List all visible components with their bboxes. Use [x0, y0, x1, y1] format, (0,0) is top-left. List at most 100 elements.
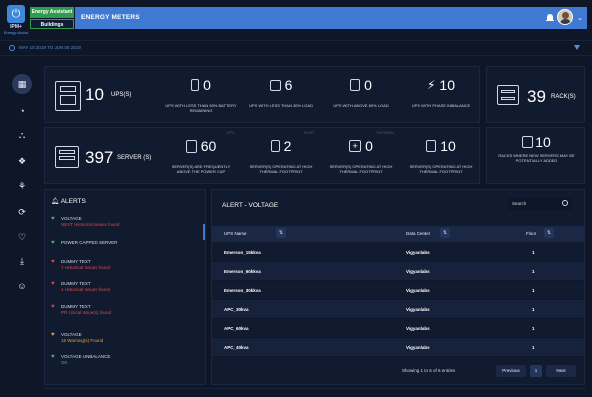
kpi-label: UPS WITH LESS THAN 50% BATTERY REMAINING	[165, 103, 237, 113]
bell-icon: 🔔︎	[51, 198, 61, 205]
table-title: ALERT - VOLTAGE	[222, 202, 279, 209]
previous-button[interactable]: Previous	[496, 365, 526, 377]
alerts-title-text: ALERTS	[60, 198, 86, 205]
cell-ups: Emerson_60kkva	[224, 269, 261, 274]
col-data-center: Data Center	[406, 231, 431, 236]
server-icon	[185, 139, 197, 153]
alert-title: POWER CAPPED SERVER	[61, 240, 118, 245]
kpi-ups-battery[interactable]: 0 UPS WITH LESS THAN 50% BATTERY REMAINI…	[161, 67, 241, 121]
table-row[interactable]: APC_60kva Vigyanlabs 1	[212, 319, 584, 338]
sidebar-item-assets[interactable]: ❖	[12, 151, 32, 171]
sync-icon: ⟳	[18, 206, 26, 217]
col-ups-name: UPS Name	[224, 231, 247, 236]
alert-title: DUMMY TEXT	[61, 259, 91, 264]
sidebar-item-sync[interactable]: ⟳	[12, 202, 32, 222]
alert-sub: NEXT Historical Issues found	[61, 222, 120, 227]
sort-icon[interactable]: ⇅	[276, 228, 286, 238]
alert-title: DUMMY TEXT	[61, 281, 91, 286]
racks-card[interactable]: 39 RACK(S)	[486, 66, 585, 123]
cell-dc: Vigyanlabs	[406, 269, 430, 274]
kpi-label: UPS WITH ABOVE 80% LOAD	[333, 103, 389, 108]
table-row[interactable]: APC_40kva Vigyanlabs 1	[212, 338, 584, 357]
kpi-server-thermal-footprint[interactable]: 10 SERVER(S) OPERATING AT HIGH THERMAL F…	[401, 128, 481, 182]
network-icon: ⚘	[17, 180, 27, 191]
ups-icon	[55, 81, 81, 111]
kpi-label: SERVER(S) OPERATING AT HIGH THERMAL FOOT…	[409, 164, 473, 174]
page-button[interactable]: 1	[530, 365, 542, 377]
kpi-ups-high-load[interactable]: 0 UPS WITH ABOVE 80% LOAD	[321, 67, 401, 121]
kpi-server-power-cap[interactable]: CPU 60 SERVER(S) ARE FREQUENTLY ABOVE TH…	[161, 128, 241, 182]
heart-icon: ♥	[51, 216, 55, 222]
kpi-ups-low-load[interactable]: 6 UPS WITH LESS THAN 30% LOAD	[241, 67, 321, 121]
brand-tagline: Energy Assist	[3, 30, 29, 35]
cell-floor: 1	[532, 307, 535, 312]
next-button[interactable]: Next	[546, 365, 576, 377]
cell-ups: Emerson_30kkva	[224, 288, 261, 293]
server-count: 397	[85, 148, 114, 167]
active-indicator	[203, 224, 205, 240]
cell-floor: 1	[532, 269, 535, 274]
sidebar-item-health[interactable]: ♡	[12, 227, 32, 247]
heartbeat-icon: ♡	[17, 231, 27, 242]
cell-floor: 1	[532, 345, 535, 350]
sort-icon[interactable]: ⇅	[544, 228, 554, 238]
kpi-value: 10	[440, 138, 456, 154]
table-footer: Showing 1 to 6 of 6 entries Previous 1 N…	[212, 362, 584, 380]
avatar[interactable]	[557, 9, 573, 25]
cell-ups: Emerson_15kkva	[224, 250, 261, 255]
sidebar-item-reports[interactable]: ◔	[12, 101, 32, 121]
sidebar-item-dashboard[interactable]: ▦	[12, 74, 32, 94]
sidebar-item-download[interactable]: ⤓	[12, 251, 32, 271]
cell-dc: Vigyanlabs	[406, 307, 430, 312]
cell-ups: APC_40kva	[224, 345, 249, 350]
pie-chart-icon: ◔	[19, 106, 25, 116]
search-input[interactable]: Search	[508, 198, 572, 210]
sidebar-item-network[interactable]: ⚘	[12, 176, 32, 196]
heart-icon: ♥	[51, 240, 55, 246]
header: ⏻ IPM+ Energy Assist Energy Assistant Bu…	[0, 0, 592, 38]
app-logo[interactable]: ⏻ IPM+ Energy Assist	[3, 5, 29, 35]
thermal-plus-icon: +	[349, 140, 362, 152]
kpi-server-thermal-inlet[interactable]: INLET 2 SERVER(S) OPERATING AT HIGH THER…	[241, 128, 321, 182]
page-title: ENERGY METERS	[81, 14, 140, 21]
table-header: UPS Name ⇅ Data Center ⇅ Floor ⇅	[212, 226, 584, 242]
heart-icon: ♥	[51, 354, 55, 360]
table-row[interactable]: APC_30kva Vigyanlabs 1	[212, 300, 584, 319]
chevron-down-icon[interactable]: ⌄	[577, 14, 583, 22]
ups-count: 10	[85, 85, 104, 104]
rack-icon	[522, 136, 534, 148]
alert-sub: 1 Historical Issues found	[61, 287, 111, 292]
kpi-value: 6	[284, 77, 293, 93]
sidebar-item-profile[interactable]: ☺	[12, 276, 32, 296]
alert-title: VOLTAGE	[61, 216, 82, 221]
hierarchy-icon: ⛬	[18, 129, 26, 140]
alert-sub: 15 Warning(s) Found	[61, 338, 104, 343]
tab-energy-assistant[interactable]: Energy Assistant	[30, 7, 74, 18]
cell-floor: 1	[532, 288, 535, 293]
sidebar-item-hierarchy[interactable]: ⛬	[12, 125, 32, 145]
kpi-label: SERVER(S) OPERATING AT HIGH THERMAL FOOT…	[249, 164, 313, 174]
heart-icon: ♥	[51, 259, 55, 265]
cell-dc: Vigyanlabs	[406, 288, 430, 293]
racks-label: RACK(S)	[551, 94, 576, 100]
kpi-label: SERVER(S) OPERATING AT HIGH THERMAL FOOT…	[329, 164, 393, 174]
table-row[interactable]: Emerson_30kkva Vigyanlabs 1	[212, 281, 584, 300]
server-label: SERVER (S)	[117, 155, 152, 161]
kpi-value: 0	[365, 138, 373, 154]
bell-icon[interactable]	[545, 13, 555, 23]
kpi-tag: CPU	[226, 130, 235, 135]
kpi-value: 0	[364, 77, 372, 93]
racks-add-card[interactable]: 10 RACKS WHERE NEW SERVERS MAY BE POTENT…	[486, 127, 585, 184]
rack-icon	[497, 85, 519, 105]
chip-icon	[269, 79, 281, 91]
kpi-ups-phase[interactable]: ⚡ 10 UPS WITH PHASE IMBALANCE	[401, 67, 481, 121]
alerts-title: 🔔︎ ALERTS	[51, 197, 86, 205]
filter-icon[interactable]	[574, 45, 580, 50]
date-range[interactable]: MAY 10 2019 TO JUN 05 2019	[19, 45, 81, 50]
tab-buildings[interactable]: Buildings	[30, 19, 74, 29]
sort-icon[interactable]: ⇅	[440, 228, 450, 238]
table-row[interactable]: Emerson_15kkva Vigyanlabs 1	[212, 243, 584, 262]
kpi-server-thermal[interactable]: THERMAL +0 SERVER(S) OPERATING AT HIGH T…	[321, 128, 401, 182]
dashboard-icon: ▦	[17, 78, 27, 89]
table-row[interactable]: Emerson_60kkva Vigyanlabs 1	[212, 262, 584, 281]
